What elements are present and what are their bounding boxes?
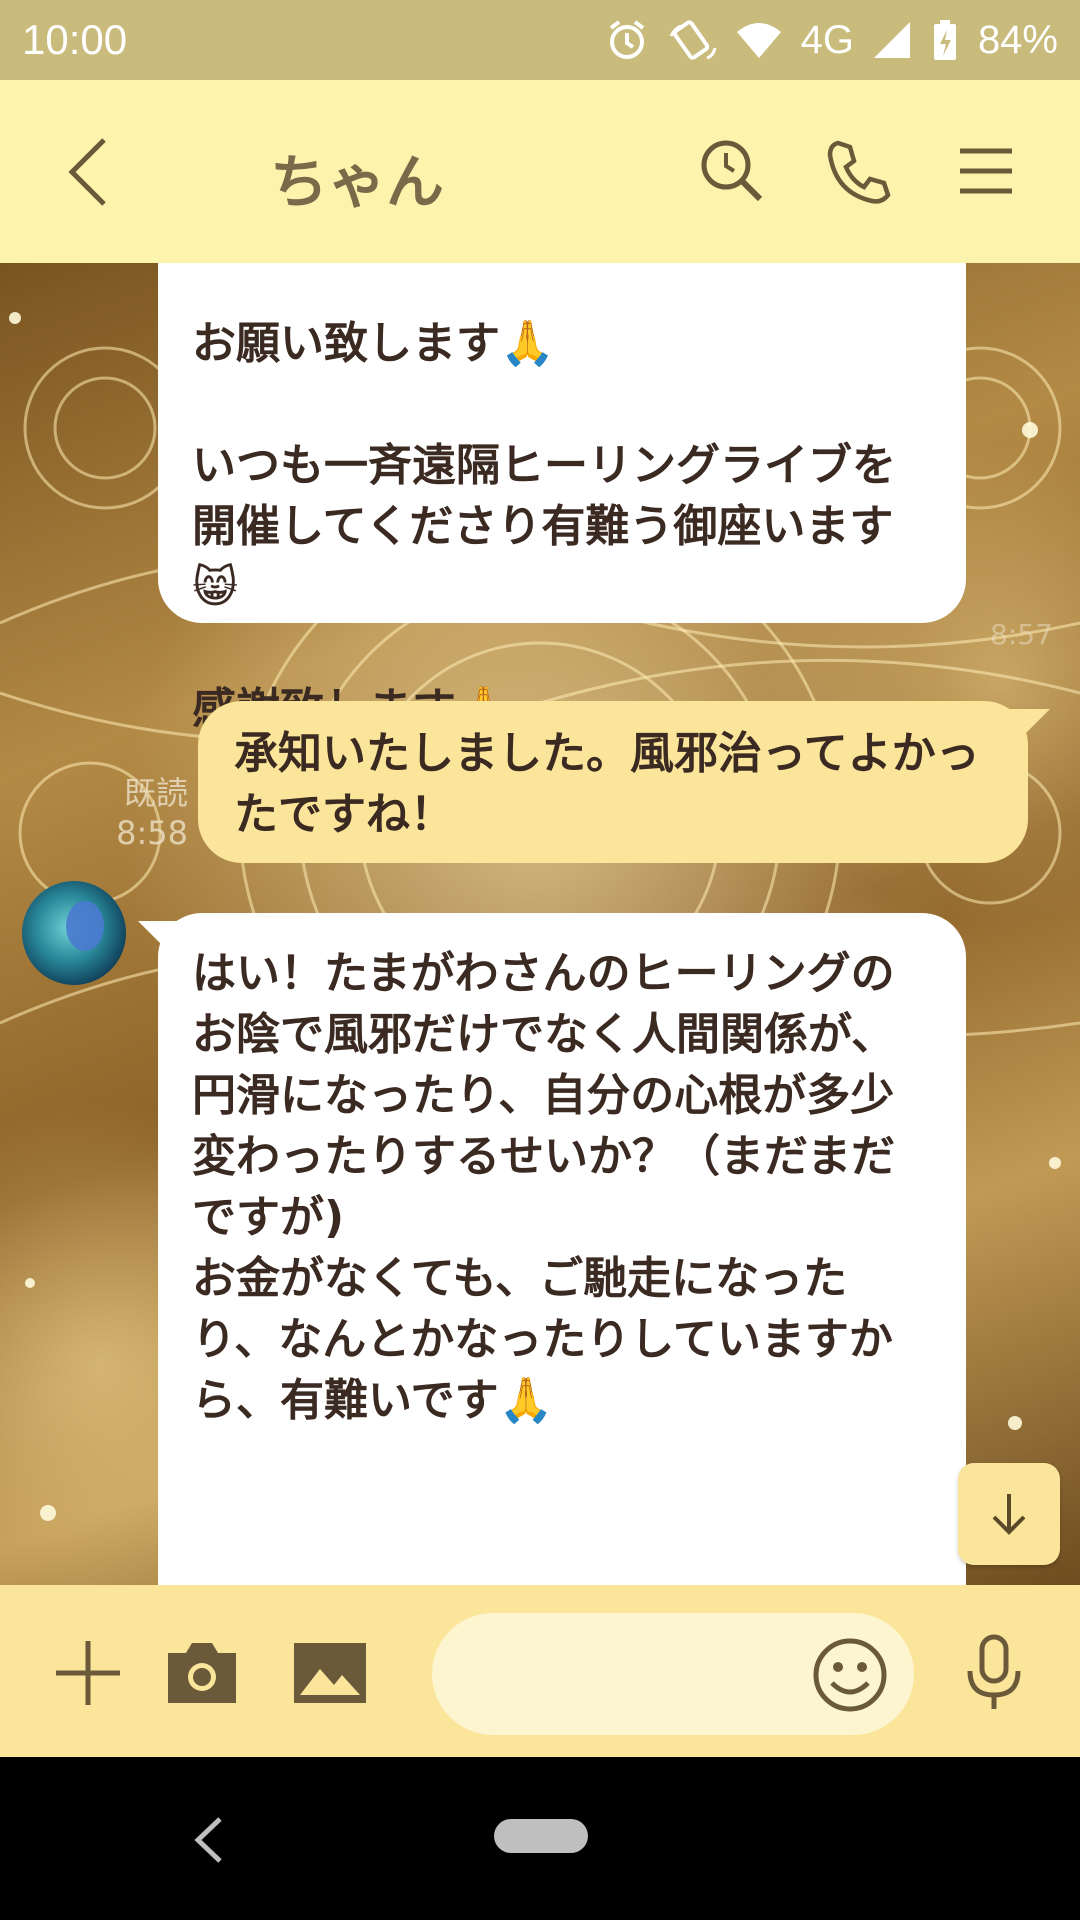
read-label: 既読: [123, 774, 188, 812]
plus-icon[interactable]: [48, 1633, 128, 1713]
message-time: 8:58: [116, 814, 188, 852]
read-receipt: 既読 8:58: [108, 773, 188, 853]
battery-icon: [930, 18, 960, 62]
vibrate-icon: [667, 18, 717, 62]
camera-icon[interactable]: [162, 1633, 242, 1713]
battery-percent: 84%: [977, 17, 1058, 62]
status-time: 10:00: [22, 16, 128, 63]
arrow-down-icon: [992, 1494, 1026, 1535]
chat-area[interactable]: お願い致します🙏 いつも一斉遠隔ヒーリングライブを開催してくださり有難う御座いま…: [0, 263, 1080, 1585]
menu-icon[interactable]: [950, 135, 1022, 207]
chat-header: ちゃん: [0, 80, 1080, 263]
input-bar: [0, 1585, 1080, 1757]
status-bar: 10:00 4G 84%: [0, 0, 1080, 80]
system-nav-bar: [0, 1757, 1080, 1920]
alarm-icon: [605, 18, 649, 62]
signal-icon: [872, 20, 912, 60]
message-time: 8:57: [990, 618, 1053, 651]
outgoing-message-bubble[interactable]: 承知いたしました。風邪治ってよかったですね！: [198, 701, 1028, 863]
phone-icon[interactable]: [822, 135, 894, 207]
back-arrow-icon[interactable]: [60, 132, 120, 212]
status-icons: 4G 84%: [605, 18, 1058, 63]
chat-title: ちゃん: [270, 148, 445, 216]
image-icon[interactable]: [290, 1633, 370, 1713]
microphone-icon[interactable]: [954, 1633, 1034, 1713]
nav-back-icon[interactable]: [190, 1815, 230, 1865]
nav-home-pill[interactable]: [494, 1819, 588, 1853]
incoming-message-bubble[interactable]: お願い致します🙏 いつも一斉遠隔ヒーリングライブを開催してくださり有難う御座いま…: [158, 263, 966, 735]
emoji-icon[interactable]: [810, 1635, 890, 1715]
network-type: 4G: [800, 17, 854, 62]
wifi-icon: [735, 20, 783, 60]
search-icon[interactable]: [696, 135, 768, 207]
incoming-message-bubble[interactable]: はい！たまがわさんのヒーリングのお陰で風邪だけでなく人間関係が、円滑になったり、…: [158, 913, 966, 1585]
avatar[interactable]: [22, 881, 126, 985]
scroll-to-bottom-button[interactable]: [958, 1463, 1060, 1565]
